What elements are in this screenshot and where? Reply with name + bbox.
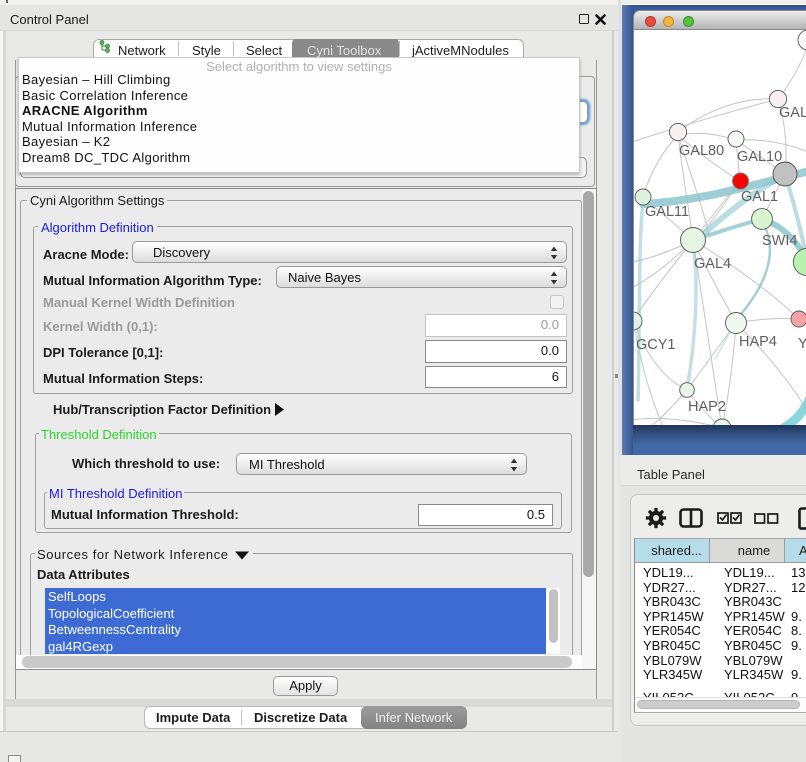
svg-text:GAL11: GAL11 [645,204,689,220]
svg-text:Y: Y [798,336,806,352]
svg-text:GAL: GAL [779,105,806,121]
svg-text:HAP4: HAP4 [739,334,777,350]
svg-text:GAL1: GAL1 [741,189,778,205]
svg-text:SWI4: SWI4 [762,233,797,249]
svg-text:GAL4: GAL4 [694,256,731,272]
svg-text:GAL10: GAL10 [737,149,782,165]
svg-text:HAP2: HAP2 [688,399,726,415]
svg-text:GAL80: GAL80 [679,143,724,159]
svg-text:GCY1: GCY1 [636,337,676,353]
